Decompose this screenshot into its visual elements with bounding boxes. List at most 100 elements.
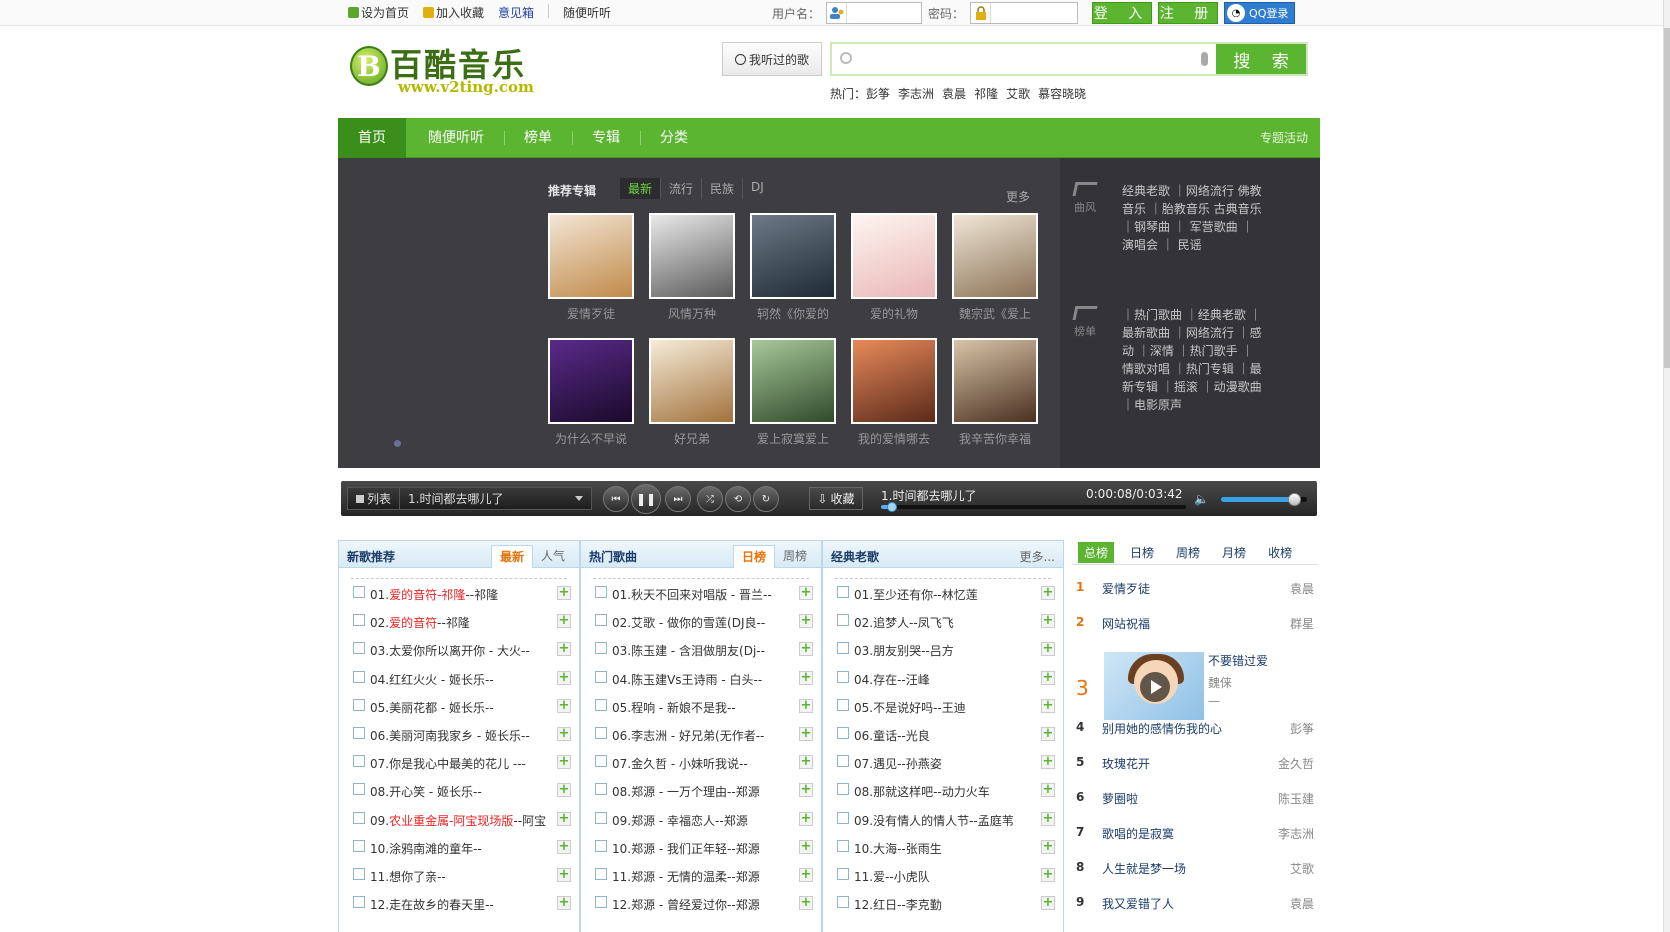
add-to-playlist-button[interactable]: + bbox=[557, 896, 571, 911]
volume-slider[interactable] bbox=[1221, 493, 1307, 506]
rank-song[interactable]: 人生就是梦一场 bbox=[1102, 860, 1186, 877]
song-row[interactable]: 07.你是我心中最美的花儿 --- + bbox=[339, 748, 579, 776]
login-button[interactable]: 登 入 bbox=[1092, 2, 1153, 24]
add-to-playlist-button[interactable]: + bbox=[1041, 755, 1055, 770]
progress-handle[interactable] bbox=[886, 502, 897, 512]
album-cover[interactable] bbox=[750, 338, 836, 424]
username-field[interactable] bbox=[826, 2, 923, 24]
add-to-playlist-button[interactable]: + bbox=[557, 811, 571, 826]
add-to-playlist-button[interactable]: + bbox=[799, 586, 813, 600]
song-title[interactable]: 09.农业重金属-阿宝现场版--阿宝 bbox=[370, 812, 552, 829]
song-checkbox[interactable] bbox=[837, 867, 849, 880]
volume-handle[interactable] bbox=[1288, 493, 1302, 506]
hot-link[interactable]: 彭筝 bbox=[866, 85, 890, 102]
song-row[interactable]: 11.爱--小虎队 + bbox=[823, 861, 1063, 889]
tab-week[interactable]: 周榜 bbox=[1170, 542, 1206, 563]
song-title[interactable]: 03.陈玉建 - 含泪做朋友(Dj-- bbox=[612, 642, 794, 659]
song-row[interactable]: 12.红日--李克勤 + bbox=[823, 889, 1063, 917]
add-to-playlist-button[interactable]: + bbox=[799, 811, 813, 826]
song-checkbox[interactable] bbox=[595, 755, 607, 768]
song-checkbox[interactable] bbox=[353, 839, 365, 852]
rank-item[interactable]: 9 我又爱错了人 袁晨 bbox=[1072, 895, 1318, 917]
song-title[interactable]: 02.追梦人--凤飞飞 bbox=[854, 614, 1036, 631]
song-title[interactable]: 05.美丽花都 - 姬长乐-- bbox=[370, 699, 552, 716]
album-card[interactable]: 为什么不早说 bbox=[548, 338, 634, 447]
song-row[interactable]: 02.艾歌 - 做你的雪莲(DJ良-- + bbox=[581, 607, 821, 635]
rank-song[interactable]: 爱情歹徒 bbox=[1102, 580, 1150, 597]
song-title[interactable]: 08.那就这样吧--动力火车 bbox=[854, 783, 1036, 800]
song-row[interactable]: 01.爱的音符-祁隆--祁隆 + bbox=[339, 579, 579, 607]
rank-artist[interactable]: 袁晨 bbox=[1290, 895, 1314, 912]
album-name[interactable]: 风情万种 bbox=[649, 305, 735, 322]
prev-button[interactable]: ⏮ bbox=[603, 486, 629, 512]
album-cover[interactable] bbox=[649, 338, 735, 424]
song-row[interactable]: 04.陈玉建Vs王诗雨 - 白头-- + bbox=[581, 664, 821, 692]
collect-button[interactable]: ⇩ 收藏 bbox=[809, 487, 863, 510]
song-title[interactable]: 09.没有情人的情人节--孟庭苇 bbox=[854, 812, 1036, 829]
song-row[interactable]: 03.朋友别哭--吕方 + bbox=[823, 635, 1063, 663]
add-to-playlist-button[interactable]: + bbox=[1041, 698, 1055, 713]
nav-home[interactable]: 首页 bbox=[338, 118, 406, 158]
add-to-playlist-button[interactable]: + bbox=[799, 726, 813, 741]
song-checkbox[interactable] bbox=[837, 614, 849, 627]
album-name[interactable]: 我的爱情哪去 bbox=[851, 430, 937, 447]
microphone-icon[interactable] bbox=[1201, 52, 1208, 66]
song-checkbox[interactable] bbox=[353, 670, 365, 683]
add-to-playlist-button[interactable]: + bbox=[557, 698, 571, 713]
song-row[interactable]: 03.太爱你所以离开你 - 大火-- + bbox=[339, 635, 579, 663]
album-cover[interactable] bbox=[851, 213, 937, 299]
add-to-playlist-button[interactable]: + bbox=[557, 839, 571, 854]
song-row[interactable]: 01.秋天不回来对唱版 - 晋兰-- + bbox=[581, 579, 821, 607]
song-title[interactable]: 03.朋友别哭--吕方 bbox=[854, 642, 1036, 659]
add-to-playlist-button[interactable]: + bbox=[557, 755, 571, 770]
song-title[interactable]: 02.爱的音符--祁隆 bbox=[370, 614, 552, 631]
password-field[interactable] bbox=[970, 2, 1079, 24]
album-name[interactable]: 为什么不早说 bbox=[548, 430, 634, 447]
song-checkbox[interactable] bbox=[595, 896, 607, 909]
song-checkbox[interactable] bbox=[837, 811, 849, 824]
carousel-dot[interactable] bbox=[394, 440, 401, 447]
album-card[interactable]: 我的爱情哪去 bbox=[851, 338, 937, 447]
rank-item[interactable]: 7 歌唱的是寂寞 李志洲 bbox=[1072, 825, 1318, 847]
rank-item[interactable]: 8 人生就是梦一场 艾歌 bbox=[1072, 860, 1318, 882]
song-checkbox[interactable] bbox=[837, 896, 849, 909]
song-title[interactable]: 06.美丽河南我家乡 - 姬长乐-- bbox=[370, 727, 552, 744]
song-row[interactable]: 02.追梦人--凤飞飞 + bbox=[823, 607, 1063, 635]
song-row[interactable]: 12.郑源 - 曾经爱过你--郑源 + bbox=[581, 889, 821, 917]
password-input[interactable] bbox=[991, 3, 1076, 23]
song-checkbox[interactable] bbox=[353, 867, 365, 880]
add-to-playlist-button[interactable]: + bbox=[557, 783, 571, 798]
tab-latest[interactable]: 最新 bbox=[620, 178, 662, 199]
song-title[interactable]: 10.大海--张雨生 bbox=[854, 840, 1036, 857]
song-checkbox[interactable] bbox=[353, 755, 365, 768]
song-title[interactable]: 10.郑源 - 我们正年轻--郑源 bbox=[612, 840, 794, 857]
song-row[interactable]: 10.涂鸦南滩的童年-- + bbox=[339, 833, 579, 861]
progress-bar[interactable] bbox=[881, 502, 1186, 512]
song-title[interactable]: 05.程响 - 新娘不是我-- bbox=[612, 699, 794, 716]
song-title[interactable]: 07.金久哲 - 小妹听我说-- bbox=[612, 755, 794, 772]
song-title[interactable]: 02.艾歌 - 做你的雪莲(DJ良-- bbox=[612, 614, 794, 631]
add-to-playlist-button[interactable]: + bbox=[1041, 783, 1055, 798]
song-checkbox[interactable] bbox=[595, 670, 607, 683]
song-checkbox[interactable] bbox=[353, 642, 365, 655]
album-name[interactable]: 我辛苦你幸福 bbox=[952, 430, 1038, 447]
song-row[interactable]: 08.那就这样吧--动力火车 + bbox=[823, 776, 1063, 804]
search-button[interactable]: 搜 索 bbox=[1216, 44, 1306, 74]
song-row[interactable]: 05.程响 - 新娘不是我-- + bbox=[581, 692, 821, 720]
song-checkbox[interactable] bbox=[595, 726, 607, 739]
song-checkbox[interactable] bbox=[837, 642, 849, 655]
next-button[interactable]: ⏭ bbox=[665, 486, 691, 512]
recommend-more-link[interactable]: 更多 bbox=[1006, 188, 1030, 205]
song-checkbox[interactable] bbox=[353, 896, 365, 909]
feedback-link[interactable]: 意见箱 bbox=[498, 4, 534, 21]
hot-link[interactable]: 袁晨 bbox=[942, 85, 966, 102]
add-to-playlist-button[interactable]: + bbox=[557, 726, 571, 741]
rank-item[interactable]: 5 玫瑰花开 金久哲 bbox=[1072, 755, 1318, 777]
add-to-playlist-button[interactable]: + bbox=[1041, 642, 1055, 657]
song-row[interactable]: 08.郑源 - 一万个理由--郑源 + bbox=[581, 776, 821, 804]
register-button[interactable]: 注 册 bbox=[1158, 2, 1219, 24]
song-title[interactable]: 11.想你了亲-- bbox=[370, 868, 552, 885]
tab-daily[interactable]: 日榜 bbox=[732, 545, 775, 568]
song-checkbox[interactable] bbox=[353, 586, 365, 598]
more-link[interactable]: 更多... bbox=[1020, 548, 1055, 565]
